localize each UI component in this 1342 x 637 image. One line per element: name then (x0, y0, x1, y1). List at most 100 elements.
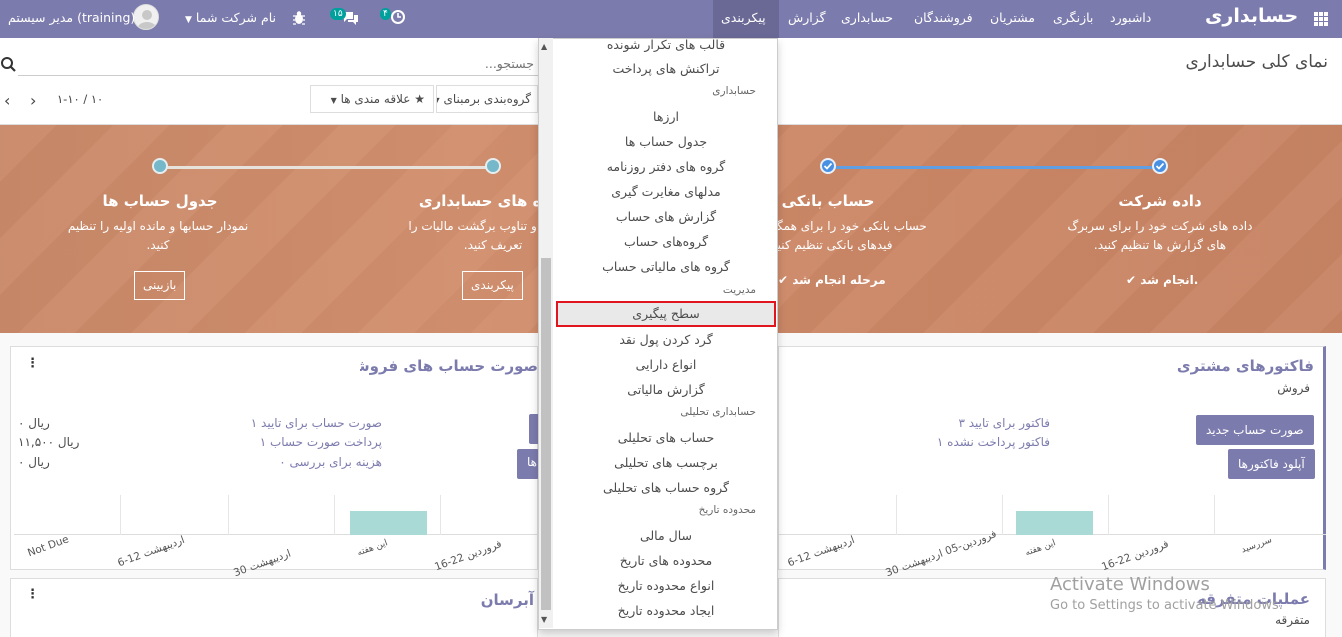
vendor-grid-line (120, 495, 121, 535)
page-title: نمای کلی حسابداری (1185, 52, 1329, 72)
vendor-chart-bar[interactable] (350, 511, 427, 535)
step-1-status: ✔ انجام شد. (1126, 273, 1198, 287)
favorites-label: علاقه مندی ها (340, 92, 411, 106)
company-name: نام شرکت شما (195, 10, 276, 25)
configure-button[interactable]: پیکربندی (462, 271, 523, 300)
menu-header-management: مدیریت (722, 284, 756, 296)
groupby-button[interactable]: گروه‌بندی برمبنای ▼ (436, 85, 538, 113)
user-avatar[interactable] (133, 4, 159, 30)
company-switcher[interactable]: ▼ نام شرکت شما (185, 10, 276, 25)
activity-badge: ۴ (380, 8, 391, 20)
menu-item-date-range-types[interactable]: انواع محدوده تاریخ (556, 573, 776, 598)
vendor-grid-line (228, 495, 229, 535)
apps-grid-icon[interactable] (1313, 11, 1329, 27)
menu-item-account-groups[interactable]: گروه‌های حساب (556, 229, 776, 254)
review-button[interactable]: بازبینی (134, 271, 186, 300)
customer-card-title[interactable]: فاکتورهای مشتری (1150, 357, 1314, 375)
menu-item-date-ranges[interactable]: محدوده های تاریخ (556, 548, 776, 573)
menu-header-date-range: محدوده تاریخ (698, 504, 756, 516)
chevron-down-icon: ▼ (437, 96, 440, 105)
vendor-chart (14, 495, 538, 535)
customer-card-subtitle: فروش (1277, 381, 1310, 395)
menu-item-recurring-templates[interactable]: قالب های تکرار شونده (556, 32, 776, 57)
step-progress-line (160, 166, 500, 169)
menu-review[interactable]: بازنگری (1045, 0, 1101, 38)
activate-windows-subtitle: Go to Settings to activate Windows. (1050, 598, 1283, 613)
vendor-kebab-icon[interactable]: ⋮ (26, 356, 39, 371)
star-icon: ★ (414, 92, 425, 106)
menu-item-payment-transactions[interactable]: تراکنش های پرداخت (556, 56, 776, 81)
activate-windows-title: Activate Windows (1050, 574, 1210, 595)
menu-item-currencies[interactable]: ارزها (556, 104, 776, 129)
vendor-upload-button[interactable]: آپلود صورتحساب ها (517, 449, 539, 479)
step-4-title: جدول حساب ها (102, 192, 218, 210)
dropdown-scrollbar-thumb[interactable] (541, 258, 551, 610)
step-4-desc: نمودار حسابها و مانده اولیه را تنظیم کنی… (67, 219, 249, 252)
step-1-title: داده شرکت (1118, 192, 1202, 210)
pager-next-button[interactable]: › (30, 91, 36, 110)
menu-item-journal-groups[interactable]: گروه های دفتر روزنامه (556, 154, 776, 179)
customer-grid-line (1108, 495, 1109, 535)
menu-item-analytic-tags[interactable]: برچسب های تحلیلی (556, 450, 776, 475)
step-1-status-label: انجام شد. (1140, 273, 1199, 287)
step-progress-line-done (828, 166, 1160, 169)
menu-header-accounting: حسابداری (712, 85, 756, 97)
customer-chart-bar[interactable] (1016, 511, 1093, 535)
step-3-dot (485, 158, 501, 174)
vendor-stat-2[interactable]: ۱ پرداخت صورت حساب (232, 435, 382, 449)
vendor-stat-3[interactable]: ۰ هزینه برای بررسی (232, 455, 382, 469)
menu-item-tax-groups[interactable]: گروه های مالیاتی حساب (556, 254, 776, 279)
vendor-grid-line (334, 495, 335, 535)
search-icon[interactable] (0, 56, 16, 72)
upload-invoices-button[interactable]: آپلود فاکتورها (1228, 449, 1315, 479)
favorites-button[interactable]: ★ علاقه مندی ها ▼ (310, 85, 434, 113)
chevron-down-icon: ▼ (185, 15, 192, 25)
step-1-dot (1152, 158, 1168, 174)
customer-grid-line (896, 495, 897, 535)
user-menu[interactable]: مدیر سیستم (training) (8, 10, 135, 25)
menu-header-analytic: حسابداری تحلیلی (680, 406, 756, 418)
checkmark-icon: ✔ (1126, 273, 1137, 287)
step-4-dot (152, 158, 168, 174)
step-2-dot (820, 158, 836, 174)
menu-item-followup-levels[interactable]: سطح پیگیری (556, 301, 776, 327)
vendor-grid-line (440, 495, 441, 535)
vendor-value-1: ۰ ریال (18, 416, 50, 430)
menu-item-account-reports[interactable]: گزارش های حساب (556, 204, 776, 229)
cash-card-title[interactable]: آبرسان (450, 591, 534, 609)
menu-item-asset-types[interactable]: انواع دارایی (556, 352, 776, 377)
vendor-card-title[interactable]: صورت حساب های فروشنده (360, 357, 538, 375)
menu-item-fiscal-year[interactable]: سال مالی (556, 523, 776, 548)
chevron-down-icon: ▼ (330, 96, 337, 105)
menu-item-analytic-account-groups[interactable]: گروه حساب های تحلیلی (556, 475, 776, 500)
search-input[interactable] (18, 52, 538, 76)
customer-stat-2[interactable]: ۱ فاکتور پرداخت نشده (900, 435, 1050, 449)
menu-customers[interactable]: مشتریان (982, 0, 1043, 38)
scroll-up-arrow-icon[interactable]: ▲ (541, 42, 547, 51)
customer-stat-1[interactable]: ۳ فاکتور برای تایید (900, 416, 1050, 430)
step-1-desc: داده های شرکت خود را برای سربرگ های گزار… (1067, 219, 1253, 252)
menu-item-create-date-range[interactable]: ایجاد محدوده تاریخ (556, 598, 776, 623)
menu-reporting[interactable]: گزارش (780, 0, 834, 38)
groupby-label: گروه‌بندی برمبنای (443, 92, 531, 106)
activity-icon[interactable] (390, 9, 406, 25)
menu-dashboard[interactable]: داشبورد (1102, 0, 1159, 38)
menu-item-chart-of-accounts[interactable]: جدول حساب ها (556, 129, 776, 154)
scroll-down-arrow-icon[interactable]: ▼ (541, 615, 547, 624)
menu-item-reconciliation-models[interactable]: مدلهای مغایرت گیری (556, 179, 776, 204)
menu-vendors[interactable]: فروشندگان (906, 0, 981, 38)
app-title[interactable]: حسابداری (1205, 5, 1298, 27)
new-invoice-button[interactable]: صورت حساب جدید (1196, 415, 1314, 445)
vendor-value-3: ۰ ریال (18, 455, 50, 469)
vendor-value-2: ۱۱,۵۰۰ ریال (18, 435, 80, 449)
vendor-stat-1[interactable]: ۱ صورت حساب برای تایید (232, 416, 382, 430)
cash-kebab-icon[interactable]: ⋮ (26, 587, 39, 602)
menu-item-tax-report[interactable]: گزارش مالیاتی (556, 377, 776, 402)
bug-icon[interactable] (292, 10, 306, 26)
pager-value[interactable]: ۱-۱۰ / ۱۰ (57, 92, 103, 106)
step-2-status-label: مرحله انجام شد (792, 273, 886, 287)
menu-accounting[interactable]: حسابداری (833, 0, 901, 38)
pager-prev-button[interactable]: ‹ (4, 91, 10, 110)
menu-item-cash-rounding[interactable]: گرد کردن پول نقد (556, 327, 776, 352)
menu-item-analytic-accounts[interactable]: حساب های تحلیلی (556, 425, 776, 450)
